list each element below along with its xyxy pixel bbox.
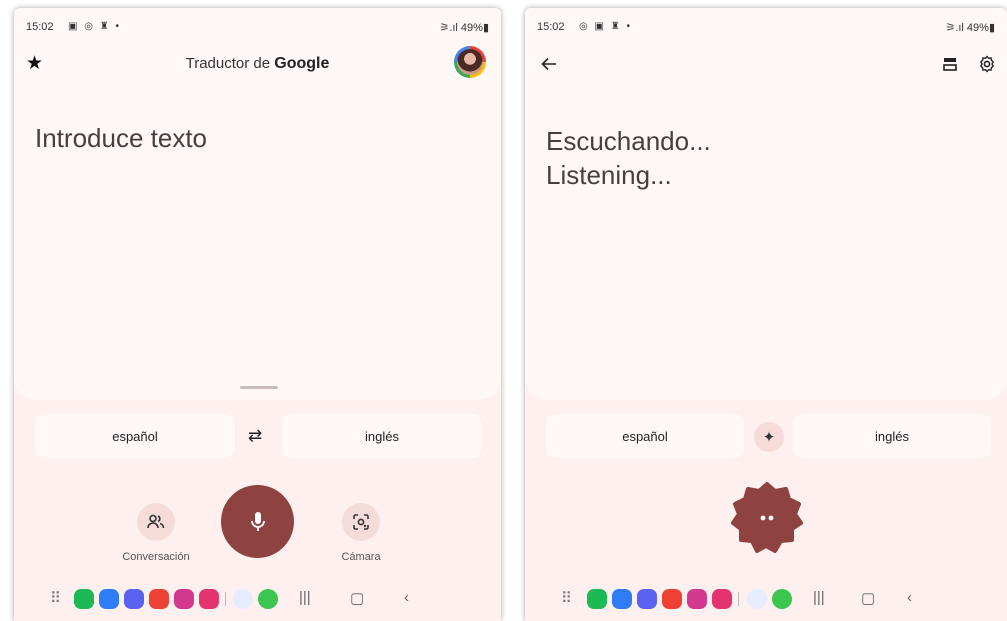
home-icon[interactable]: ▢: [861, 589, 875, 607]
recent-apps-icon[interactable]: |||: [813, 589, 825, 606]
flipboard-app-icon[interactable]: [662, 589, 682, 609]
status-bar: 15:02 ◎ ▣ ♜ • ⚞.ıl 49%▮: [525, 8, 1007, 40]
microphone-button[interactable]: [221, 485, 294, 558]
battery-signal-status: ⚞.ıl 49%▮: [945, 22, 995, 34]
status-bar: 15:02 ▣ ◎ ♜ • ⚞.ıl 49%▮: [14, 8, 501, 40]
camera-app-icon[interactable]: [199, 589, 219, 609]
phone-app-icon[interactable]: [587, 589, 607, 609]
app-dock: ⠿ ||| ▢ ‹: [525, 586, 1007, 616]
app-title-prefix: Traductor de: [185, 55, 275, 72]
listening-microphone-button[interactable]: [731, 482, 803, 554]
camera-button[interactable]: [342, 503, 380, 541]
app-title-brand: Google: [274, 55, 330, 72]
split-view-icon[interactable]: [943, 57, 957, 71]
swap-languages-icon[interactable]: ⇄: [248, 426, 262, 446]
drag-handle[interactable]: [240, 386, 278, 389]
app-drawer-icon[interactable]: ⠿: [561, 589, 572, 607]
source-language-label: español: [112, 428, 158, 444]
conversation-label: Conversación: [122, 551, 190, 563]
internet-app-icon[interactable]: [124, 589, 144, 609]
app-dock: ⠿ ||| ▢ ‹: [14, 586, 501, 616]
notification-icons: ◎ ▣ ♜ •: [579, 21, 632, 32]
source-language-button[interactable]: español: [546, 414, 744, 458]
back-nav-icon[interactable]: ‹: [907, 589, 912, 606]
camera-label: Cámara: [341, 551, 381, 563]
status-time: 15:02: [537, 21, 565, 33]
listening-sheet: 15:02 ◎ ▣ ♜ • ⚞.ıl 49%▮ Escuchando... Li…: [525, 8, 1007, 400]
app-bar: ★ Traductor de Google: [14, 46, 501, 80]
conversation-icon: [147, 514, 165, 529]
battery-signal-status: ⚞.ıl 49%▮: [439, 22, 489, 34]
lens-camera-icon: [353, 514, 369, 530]
text-input[interactable]: Introduce texto: [35, 123, 207, 154]
source-language-button[interactable]: español: [35, 414, 235, 458]
notification-icons: ▣ ◎ ♜ •: [68, 21, 121, 32]
target-language-button[interactable]: inglés: [793, 414, 991, 458]
app-bar: [525, 48, 1007, 80]
back-nav-icon[interactable]: ‹: [404, 589, 409, 606]
phone-left-screen: 15:02 ▣ ◎ ♜ • ⚞.ıl 49%▮ ★ Traductor de G…: [14, 8, 501, 621]
target-language-button[interactable]: inglés: [282, 414, 482, 458]
app-title: Traductor de Google: [14, 55, 501, 73]
listening-status-english: Listening...: [546, 160, 672, 190]
phone-app-icon[interactable]: [74, 589, 94, 609]
target-language-label: inglés: [875, 428, 909, 444]
home-icon[interactable]: ▢: [350, 589, 364, 607]
whatsapp-app-icon[interactable]: [258, 589, 278, 609]
source-language-label: español: [622, 428, 668, 444]
microphone-icon: [250, 511, 265, 531]
app-drawer-icon[interactable]: ⠿: [50, 589, 61, 607]
input-sheet: 15:02 ▣ ◎ ♜ • ⚞.ıl 49%▮ ★ Traductor de G…: [14, 8, 501, 400]
back-arrow-icon[interactable]: [541, 57, 557, 71]
gallery-app-icon[interactable]: [687, 589, 707, 609]
status-time: 15:02: [26, 21, 54, 33]
messages-app-icon[interactable]: [99, 589, 119, 609]
settings-gear-icon[interactable]: [978, 55, 996, 73]
target-language-label: inglés: [365, 428, 399, 444]
whatsapp-app-icon[interactable]: [772, 589, 792, 609]
phone-right-screen: 15:02 ◎ ▣ ♜ • ⚞.ıl 49%▮ Escuchando... Li…: [525, 8, 1007, 621]
camera-app-icon[interactable]: [712, 589, 732, 609]
sparkle-button[interactable]: ✦: [754, 422, 784, 452]
account-avatar[interactable]: [454, 46, 486, 78]
messages-app-icon[interactable]: [612, 589, 632, 609]
recent-apps-icon[interactable]: |||: [299, 589, 311, 606]
gallery-app-icon[interactable]: [174, 589, 194, 609]
flipboard-app-icon[interactable]: [149, 589, 169, 609]
internet-app-icon[interactable]: [637, 589, 657, 609]
avatar-photo: [457, 49, 483, 75]
sparkle-icon: ✦: [762, 429, 776, 446]
ai-app-icon[interactable]: [233, 589, 253, 609]
dock-divider: [738, 592, 739, 606]
listening-status-spanish: Escuchando...: [546, 126, 711, 156]
conversation-button[interactable]: [137, 503, 175, 541]
dock-divider: [225, 592, 226, 606]
ai-app-icon[interactable]: [747, 589, 767, 609]
